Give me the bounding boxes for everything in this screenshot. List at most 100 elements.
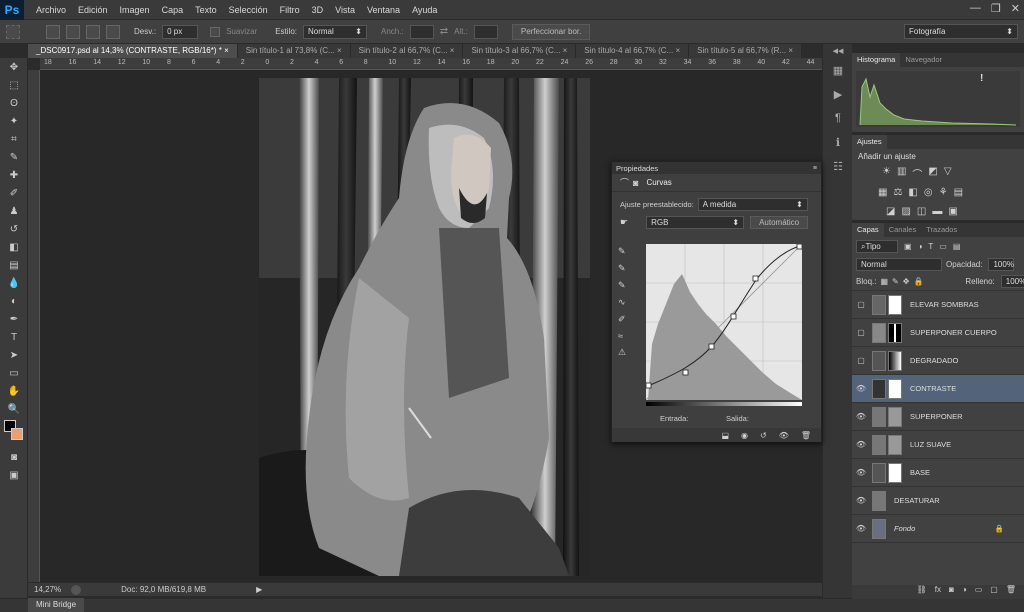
gradient-tool-icon[interactable]: ▤	[0, 256, 28, 274]
brightness-icon[interactable]: ☀	[882, 166, 891, 181]
photo-filter-icon[interactable]: ◎	[924, 187, 933, 198]
menu-archivo[interactable]: Archivo	[30, 0, 72, 20]
layer-degradado[interactable]: ▢ DEGRADADO	[852, 347, 1024, 375]
tab-sin-titulo-3[interactable]: Sin título-3 al 66,7% (C... ×	[463, 44, 577, 58]
selective-color-icon[interactable]: ▣	[948, 206, 957, 217]
stamp-tool-icon[interactable]: ♟	[0, 202, 28, 220]
smooth-icon[interactable]: ≈	[618, 331, 632, 341]
visibility-toggle[interactable]: ▢	[852, 300, 870, 309]
layer-filter-select[interactable]: ⌕ Tipo	[856, 240, 898, 253]
threshold-icon[interactable]: ◫	[917, 206, 926, 217]
close-tab-icon[interactable]: ×	[450, 46, 455, 55]
menu-ventana[interactable]: Ventana	[361, 0, 406, 20]
brush-tool-icon[interactable]: ✐	[0, 184, 28, 202]
paragraph-panel-icon[interactable]: ¶	[823, 106, 853, 130]
zoom-tool-icon[interactable]: 🔍	[0, 400, 28, 418]
feather-input[interactable]: 0 px	[162, 24, 199, 39]
marquee-tool-icon[interactable]: ⬚	[0, 76, 28, 94]
lock-all-icon[interactable]: 🔒	[913, 277, 923, 286]
healing-brush-icon[interactable]: ✚	[0, 166, 28, 184]
tab-sin-titulo-5[interactable]: Sin título-5 al 66,7% (R... ×	[689, 44, 802, 58]
move-tool-icon[interactable]: ✥	[0, 58, 28, 76]
menu-3d[interactable]: 3D	[306, 0, 330, 20]
layer-luz-suave[interactable]: 👁 LUZ SUAVE	[852, 431, 1024, 459]
quick-mask-icon[interactable]: ◙	[0, 448, 28, 466]
vibrance-icon[interactable]: ▽	[944, 166, 952, 181]
clipping-icon[interactable]: ⚠	[618, 347, 632, 358]
lock-position-icon[interactable]: ✥	[903, 277, 910, 286]
new-group-icon[interactable]: ▭	[975, 585, 983, 599]
gray-eyedropper-icon[interactable]: ✎	[618, 263, 632, 274]
visibility-toggle[interactable]: ▢	[852, 356, 870, 365]
opacity-input[interactable]: 100%	[988, 258, 1015, 271]
channel-select[interactable]: RGB ⬍	[646, 216, 745, 229]
white-eyedropper-icon[interactable]: ✎	[618, 280, 632, 291]
close-tab-icon[interactable]: ×	[563, 46, 568, 55]
document-image[interactable]	[259, 78, 590, 576]
width-input[interactable]	[409, 24, 434, 39]
shape-tool-icon[interactable]: ▭	[0, 364, 28, 382]
bw-icon[interactable]: ◧	[908, 187, 917, 198]
black-eyedropper-icon[interactable]: ✎	[618, 246, 632, 257]
intersect-selection-icon[interactable]	[106, 24, 120, 39]
preset-select[interactable]: A medida ⬍	[697, 198, 808, 211]
layer-superponer-cuerpo[interactable]: ▢ SUPERPONER CUERPO	[852, 319, 1024, 347]
tab-dsc0917[interactable]: _DSC0917.psd al 14,3% (CONTRASTE, RGB/16…	[28, 44, 238, 58]
clip-layer-icon[interactable]: ⬓	[721, 431, 729, 440]
status-arrow-icon[interactable]: ▶	[256, 585, 262, 594]
color-swatches[interactable]	[0, 418, 28, 448]
close-tab-icon[interactable]: ×	[224, 46, 229, 55]
exposure-icon[interactable]: ◩	[928, 166, 937, 181]
tab-navegador[interactable]: Navegador	[900, 53, 947, 67]
subtract-selection-icon[interactable]	[86, 24, 100, 39]
eraser-icon[interactable]: ◧	[0, 238, 28, 256]
tab-ajustes[interactable]: Ajustes	[852, 135, 887, 149]
eye-icon[interactable]: 👁	[852, 412, 870, 421]
visibility-toggle[interactable]: ▢	[852, 328, 870, 337]
curves-icon[interactable]: ⌒	[912, 166, 922, 181]
history-panel-icon[interactable]: ▦	[823, 58, 853, 82]
screen-mode-icon[interactable]: ▣	[0, 466, 28, 484]
close-button[interactable]: ✕	[1011, 2, 1020, 15]
curve-point-icon[interactable]: ∿	[618, 297, 632, 308]
delete-icon[interactable]: 🗑	[801, 431, 811, 440]
new-layer-icon[interactable]: ▢	[990, 585, 998, 599]
fill-input[interactable]: 100%	[1000, 275, 1024, 288]
menu-seleccion[interactable]: Selección	[223, 0, 274, 20]
layer-contraste[interactable]: 👁 CONTRASTE	[852, 375, 1024, 403]
background-color-swatch[interactable]	[11, 428, 23, 440]
filter-adjust-icon[interactable]: ◑	[918, 242, 923, 251]
target-adjust-icon[interactable]: ☛	[620, 217, 628, 228]
new-selection-icon[interactable]	[46, 24, 60, 39]
color-lookup-icon[interactable]: ▤	[954, 187, 963, 198]
collapse-icon[interactable]: ◀◀	[823, 44, 853, 58]
filter-shape-icon[interactable]: ▭	[939, 242, 947, 251]
eye-icon[interactable]: 👁	[852, 524, 870, 533]
menu-vista[interactable]: Vista	[329, 0, 361, 20]
histogram-warning-icon[interactable]: !	[980, 73, 983, 84]
close-tab-icon[interactable]: ×	[675, 46, 680, 55]
close-tab-icon[interactable]: ×	[337, 46, 342, 55]
style-select[interactable]: Normal ⬍	[303, 24, 367, 39]
filter-type-icon[interactable]: T	[928, 242, 933, 251]
layer-elevar-sombras[interactable]: ▢ ELEVAR SOMBRAS	[852, 291, 1024, 319]
tab-trazados[interactable]: Trazados	[921, 223, 962, 237]
close-tab-icon[interactable]: ×	[788, 46, 793, 55]
eye-icon[interactable]: 👁	[852, 440, 870, 449]
actions-panel-icon[interactable]: ▶	[823, 82, 853, 106]
zoom-level[interactable]: 14,27%	[34, 585, 61, 594]
menu-edicion[interactable]: Edición	[72, 0, 114, 20]
menu-imagen[interactable]: Imagen	[114, 0, 156, 20]
blur-tool-icon[interactable]: 💧	[0, 274, 28, 292]
properties-panel-icon[interactable]: ☷	[823, 154, 853, 178]
panel-menu-icon[interactable]: ≡	[813, 165, 817, 172]
gradient-map-icon[interactable]: ▬	[932, 206, 942, 217]
suavizar-checkbox[interactable]	[210, 26, 221, 37]
refine-edge-button[interactable]: Perfeccionar bor.	[511, 23, 591, 40]
dodge-tool-icon[interactable]: ◐	[0, 292, 28, 310]
menu-capa[interactable]: Capa	[156, 0, 190, 20]
hand-tool-icon[interactable]: ✋	[0, 382, 28, 400]
maximize-button[interactable]: ❐	[991, 2, 1001, 15]
eyedropper-icon[interactable]: ✎	[0, 148, 28, 166]
hue-sat-icon[interactable]: ▦	[878, 187, 887, 198]
